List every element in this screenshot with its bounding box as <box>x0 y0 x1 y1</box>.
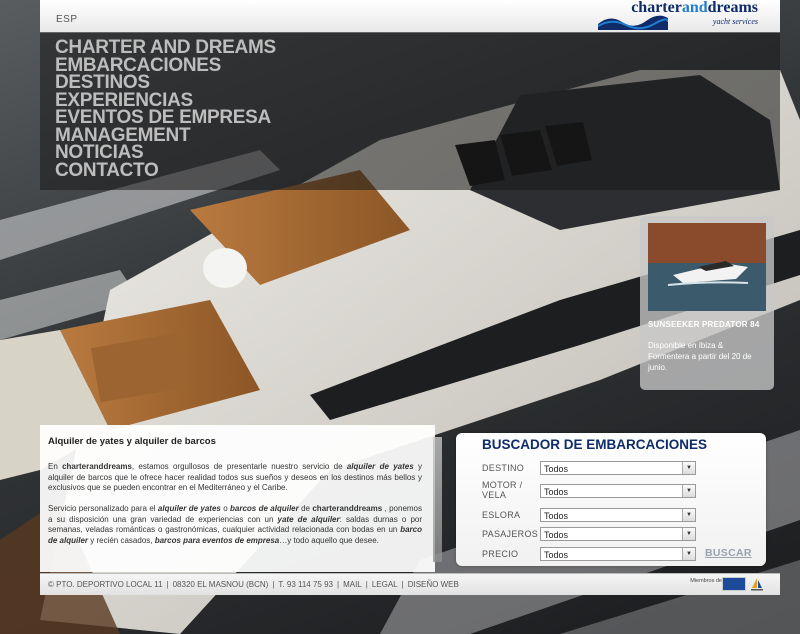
menu-item-noticias[interactable]: NOTICIAS <box>55 143 276 161</box>
featured-boat-card[interactable]: SUNSEEKER PREDATOR 84 Disponible en Ibiz… <box>640 216 774 390</box>
eslora-label: ESLORA <box>482 510 521 520</box>
destino-label: DESTINO <box>482 463 525 473</box>
menu-item-eventos-de-empresa[interactable]: EVENTOS DE EMPRESA <box>55 108 276 126</box>
footer-bar: © PTO. DEPORTIVO LOCAL 11 | 08320 EL MASNO… <box>40 573 780 595</box>
pasajeros-label: PASAJEROS <box>482 529 539 539</box>
footer-link-diseno-web[interactable]: DISEÑO WEB <box>408 580 459 589</box>
precio-select[interactable]: Todos ▼ <box>540 547 696 561</box>
destino-select[interactable]: Todos ▼ <box>540 461 696 475</box>
precio-label: PRECIO <box>482 549 519 559</box>
motor-vela-select[interactable]: Todos ▼ <box>540 484 696 498</box>
boat-search-panel: BUSCADOR DE EMBARCACIONES DESTINO Todos ▼… <box>456 433 766 566</box>
chevron-down-icon: ▼ <box>682 528 695 540</box>
search-title: BUSCADOR DE EMBARCACIONES <box>482 437 708 452</box>
pasajeros-select[interactable]: Todos ▼ <box>540 527 696 541</box>
footer-link-mail[interactable]: MAIL <box>343 580 362 589</box>
top-header-bar: ESP charteranddreams yacht services <box>40 0 780 33</box>
search-button[interactable]: BUSCAR <box>705 547 752 559</box>
footer-address: © PTO. DEPORTIVO LOCAL 11 <box>48 580 163 589</box>
featured-boat-description: Disponible en Ibiza & Formentera a parti… <box>648 341 752 372</box>
members-label: Miembros de <box>690 578 722 584</box>
logo-subtitle: yacht services <box>712 17 758 26</box>
brand-logo[interactable]: charteranddreams yacht services <box>598 0 758 32</box>
main-navigation-panel: CHARTER AND DREAMS EMBARCACIONES DESTINO… <box>40 32 780 190</box>
logo-wordmark: charteranddreams <box>631 0 758 16</box>
language-selector[interactable]: ESP <box>56 14 78 25</box>
association-badge-icon[interactable] <box>722 577 746 591</box>
main-menu: CHARTER AND DREAMS EMBARCACIONES DESTINO… <box>55 38 276 179</box>
footer-city: 08320 EL MASNOU (BCN) <box>172 580 269 589</box>
intro-paragraph-2: Servicio personalizado para el alquiler … <box>48 504 423 545</box>
scrollbar-divider <box>433 437 442 562</box>
eslora-select[interactable]: Todos ▼ <box>540 508 696 522</box>
motor-vela-label: MOTOR / VELA <box>482 480 523 500</box>
chevron-down-icon: ▼ <box>682 485 695 497</box>
featured-boat-image[interactable] <box>648 223 766 311</box>
footer-info: © PTO. DEPORTIVO LOCAL 11 | 08320 EL MASNO… <box>48 580 459 589</box>
intro-heading: Alquiler de yates y alquiler de barcos <box>48 436 216 447</box>
chevron-down-icon: ▼ <box>682 509 695 521</box>
sailboat-badge-icon[interactable] <box>750 577 764 591</box>
footer-link-legal[interactable]: LEGAL <box>372 580 398 589</box>
intro-text-panel: Alquiler de yates y alquiler de barcos E… <box>40 425 435 572</box>
chevron-down-icon: ▼ <box>682 462 695 474</box>
menu-item-charter-and-dreams[interactable]: CHARTER AND DREAMS <box>55 38 276 56</box>
menu-item-destinos[interactable]: DESTINOS <box>55 73 276 91</box>
menu-item-contacto[interactable]: CONTACTO <box>55 161 276 179</box>
intro-paragraph-1: En charteranddreams, estamos orgullosos … <box>48 462 423 493</box>
footer-phone: T. 93 114 75 93 <box>278 580 333 589</box>
featured-boat-title[interactable]: SUNSEEKER PREDATOR 84 <box>648 320 760 329</box>
chevron-down-icon: ▼ <box>682 548 695 560</box>
